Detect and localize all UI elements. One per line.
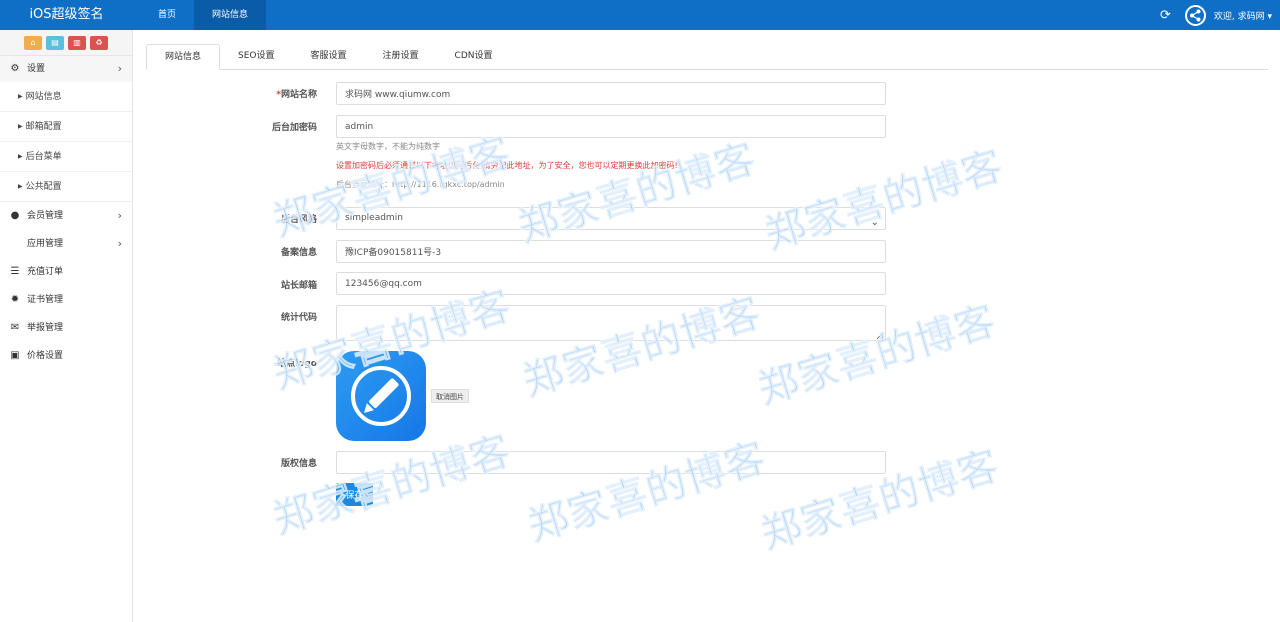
theme-select[interactable]: simpleadmin ⌄: [336, 207, 886, 230]
money-icon: ▣: [10, 350, 20, 361]
top-right: ⟳ 欢迎, 求码网 ▾: [1160, 0, 1272, 30]
sidebar-item-orders[interactable]: ☰ 充值订单: [0, 258, 132, 286]
site-logo-image[interactable]: [336, 351, 426, 441]
caret-right-icon: ▶: [18, 153, 23, 160]
sidebar-item-label: 举报管理: [27, 323, 64, 333]
admin-login-url: 后台登录地址：http://1116.rgkxc.top/admin: [336, 180, 505, 189]
logo-label: 站点logo: [277, 359, 317, 369]
email-label: 站长邮箱: [280, 281, 317, 291]
stats-code-textarea[interactable]: [336, 305, 886, 341]
sidebar-item-label: 后台菜单: [25, 152, 62, 162]
document-shortcut-icon[interactable]: ▤: [46, 36, 64, 50]
admin-code-help: 英文字母数字，不能为纯数字: [336, 142, 440, 151]
nav-home[interactable]: 首页: [140, 0, 194, 30]
tab-customer-service[interactable]: 客服设置: [293, 44, 365, 70]
cancel-image-button[interactable]: 取消图片: [431, 389, 469, 403]
settings-tabs: 网站信息 SEO设置 客服设置 注册设置 CDN设置: [146, 44, 1268, 70]
admin-code-input[interactable]: [336, 115, 886, 138]
sidebar-subitem-admin-menu[interactable]: ▶ 后台菜单: [0, 142, 132, 172]
gears-icon: ⚙: [10, 63, 20, 74]
top-bar: iOS超级签名 首页 网站信息 ⟳ 欢迎, 求码网 ▾: [0, 0, 1280, 30]
site-name-label: *网站名称: [237, 87, 317, 100]
caret-right-icon: ▶: [18, 93, 23, 100]
chevron-right-icon: ›: [117, 237, 122, 250]
top-nav: 首页 网站信息: [140, 0, 267, 30]
avatar[interactable]: [1184, 4, 1206, 26]
sidebar-item-label: 设置: [27, 64, 46, 74]
sidebar-item-label: 会员管理: [27, 211, 64, 221]
admin-code-label: 后台加密码: [271, 123, 317, 133]
admin-code-warning: 设置加密码后必须通过以下地址访问后台,请劳记此地址，为了安全，您也可以定期更换此…: [336, 161, 678, 170]
certificate-icon: ✹: [10, 294, 20, 305]
user-icon: ●: [10, 210, 20, 221]
caret-right-icon: ▶: [18, 123, 23, 130]
brand-logo[interactable]: iOS超级签名: [0, 0, 133, 30]
icp-label: 备案信息: [280, 248, 317, 258]
sidebar-item-label: 价格设置: [27, 351, 64, 361]
recycle-shortcut-icon[interactable]: ♻: [90, 36, 108, 50]
tab-register[interactable]: 注册设置: [365, 44, 437, 70]
pencil-icon: [364, 378, 399, 413]
nav-site-info[interactable]: 网站信息: [194, 0, 267, 30]
save-button[interactable]: 保存: [336, 483, 373, 506]
sidebar-item-label: 网站信息: [25, 92, 62, 102]
tab-cdn[interactable]: CDN设置: [437, 44, 511, 70]
sidebar-subitem-site-info[interactable]: ▶ 网站信息: [0, 82, 132, 112]
copyright-input[interactable]: [336, 451, 886, 474]
sidebar-item-label: 邮箱配置: [25, 122, 62, 132]
copyright-label: 版权信息: [280, 459, 317, 469]
share-nodes-icon: [1189, 9, 1201, 21]
refresh-icon[interactable]: ⟳: [1160, 8, 1171, 23]
chevron-right-icon: ›: [117, 62, 122, 75]
sidebar: ⌂ ▤ ▥ ♻ ⚙ 设置 › ▶ 网站信息 ▶ 邮箱配置 ▶ 后台菜单 ▶ 公共配置 ●…: [0, 30, 133, 622]
sidebar-item-certificates[interactable]: ✹ 证书管理: [0, 286, 132, 314]
sidebar-item-apps[interactable]: 应用管理 ›: [0, 230, 132, 258]
site-name-label-text: 网站名称: [280, 90, 317, 100]
sidebar-subitem-email-config[interactable]: ▶ 邮箱配置: [0, 112, 132, 142]
trash-shortcut-icon[interactable]: ▥: [68, 36, 86, 50]
sidebar-item-members[interactable]: ● 会员管理 ›: [0, 202, 132, 230]
theme-select-value: simpleadmin: [345, 213, 403, 223]
main-content: 网站信息 SEO设置 客服设置 注册设置 CDN设置 *网站名称 后台加密码 英…: [146, 30, 1268, 622]
sidebar-item-label: 应用管理: [27, 239, 64, 249]
email-input[interactable]: [336, 272, 886, 295]
chevron-right-icon: ›: [117, 209, 122, 222]
caret-right-icon: ▶: [18, 183, 23, 190]
sidebar-item-settings[interactable]: ⚙ 设置 ›: [0, 56, 132, 82]
chevron-down-icon: ⌄: [870, 217, 879, 228]
tab-seo[interactable]: SEO设置: [220, 44, 292, 70]
stats-code-label: 统计代码: [280, 313, 317, 323]
user-menu[interactable]: 欢迎, 求码网 ▾: [1214, 9, 1272, 22]
tab-site-info[interactable]: 网站信息: [146, 44, 221, 70]
envelope-icon: ✉: [10, 322, 20, 333]
sidebar-item-label: 充值订单: [27, 267, 64, 277]
icp-input[interactable]: [336, 240, 886, 263]
list-icon: ☰: [10, 266, 20, 277]
sidebar-subitem-public-config[interactable]: ▶ 公共配置: [0, 172, 132, 202]
sidebar-item-label: 公共配置: [25, 182, 62, 192]
sidebar-item-reports[interactable]: ✉ 举报管理: [0, 314, 132, 342]
home-shortcut-icon[interactable]: ⌂: [24, 36, 42, 50]
theme-label: 后台风格: [280, 215, 317, 225]
sidebar-item-label: 证书管理: [27, 295, 64, 305]
sidebar-item-pricing[interactable]: ▣ 价格设置: [0, 342, 132, 370]
shortcut-bar: ⌂ ▤ ▥ ♻: [0, 30, 132, 56]
site-name-input[interactable]: [336, 82, 886, 105]
